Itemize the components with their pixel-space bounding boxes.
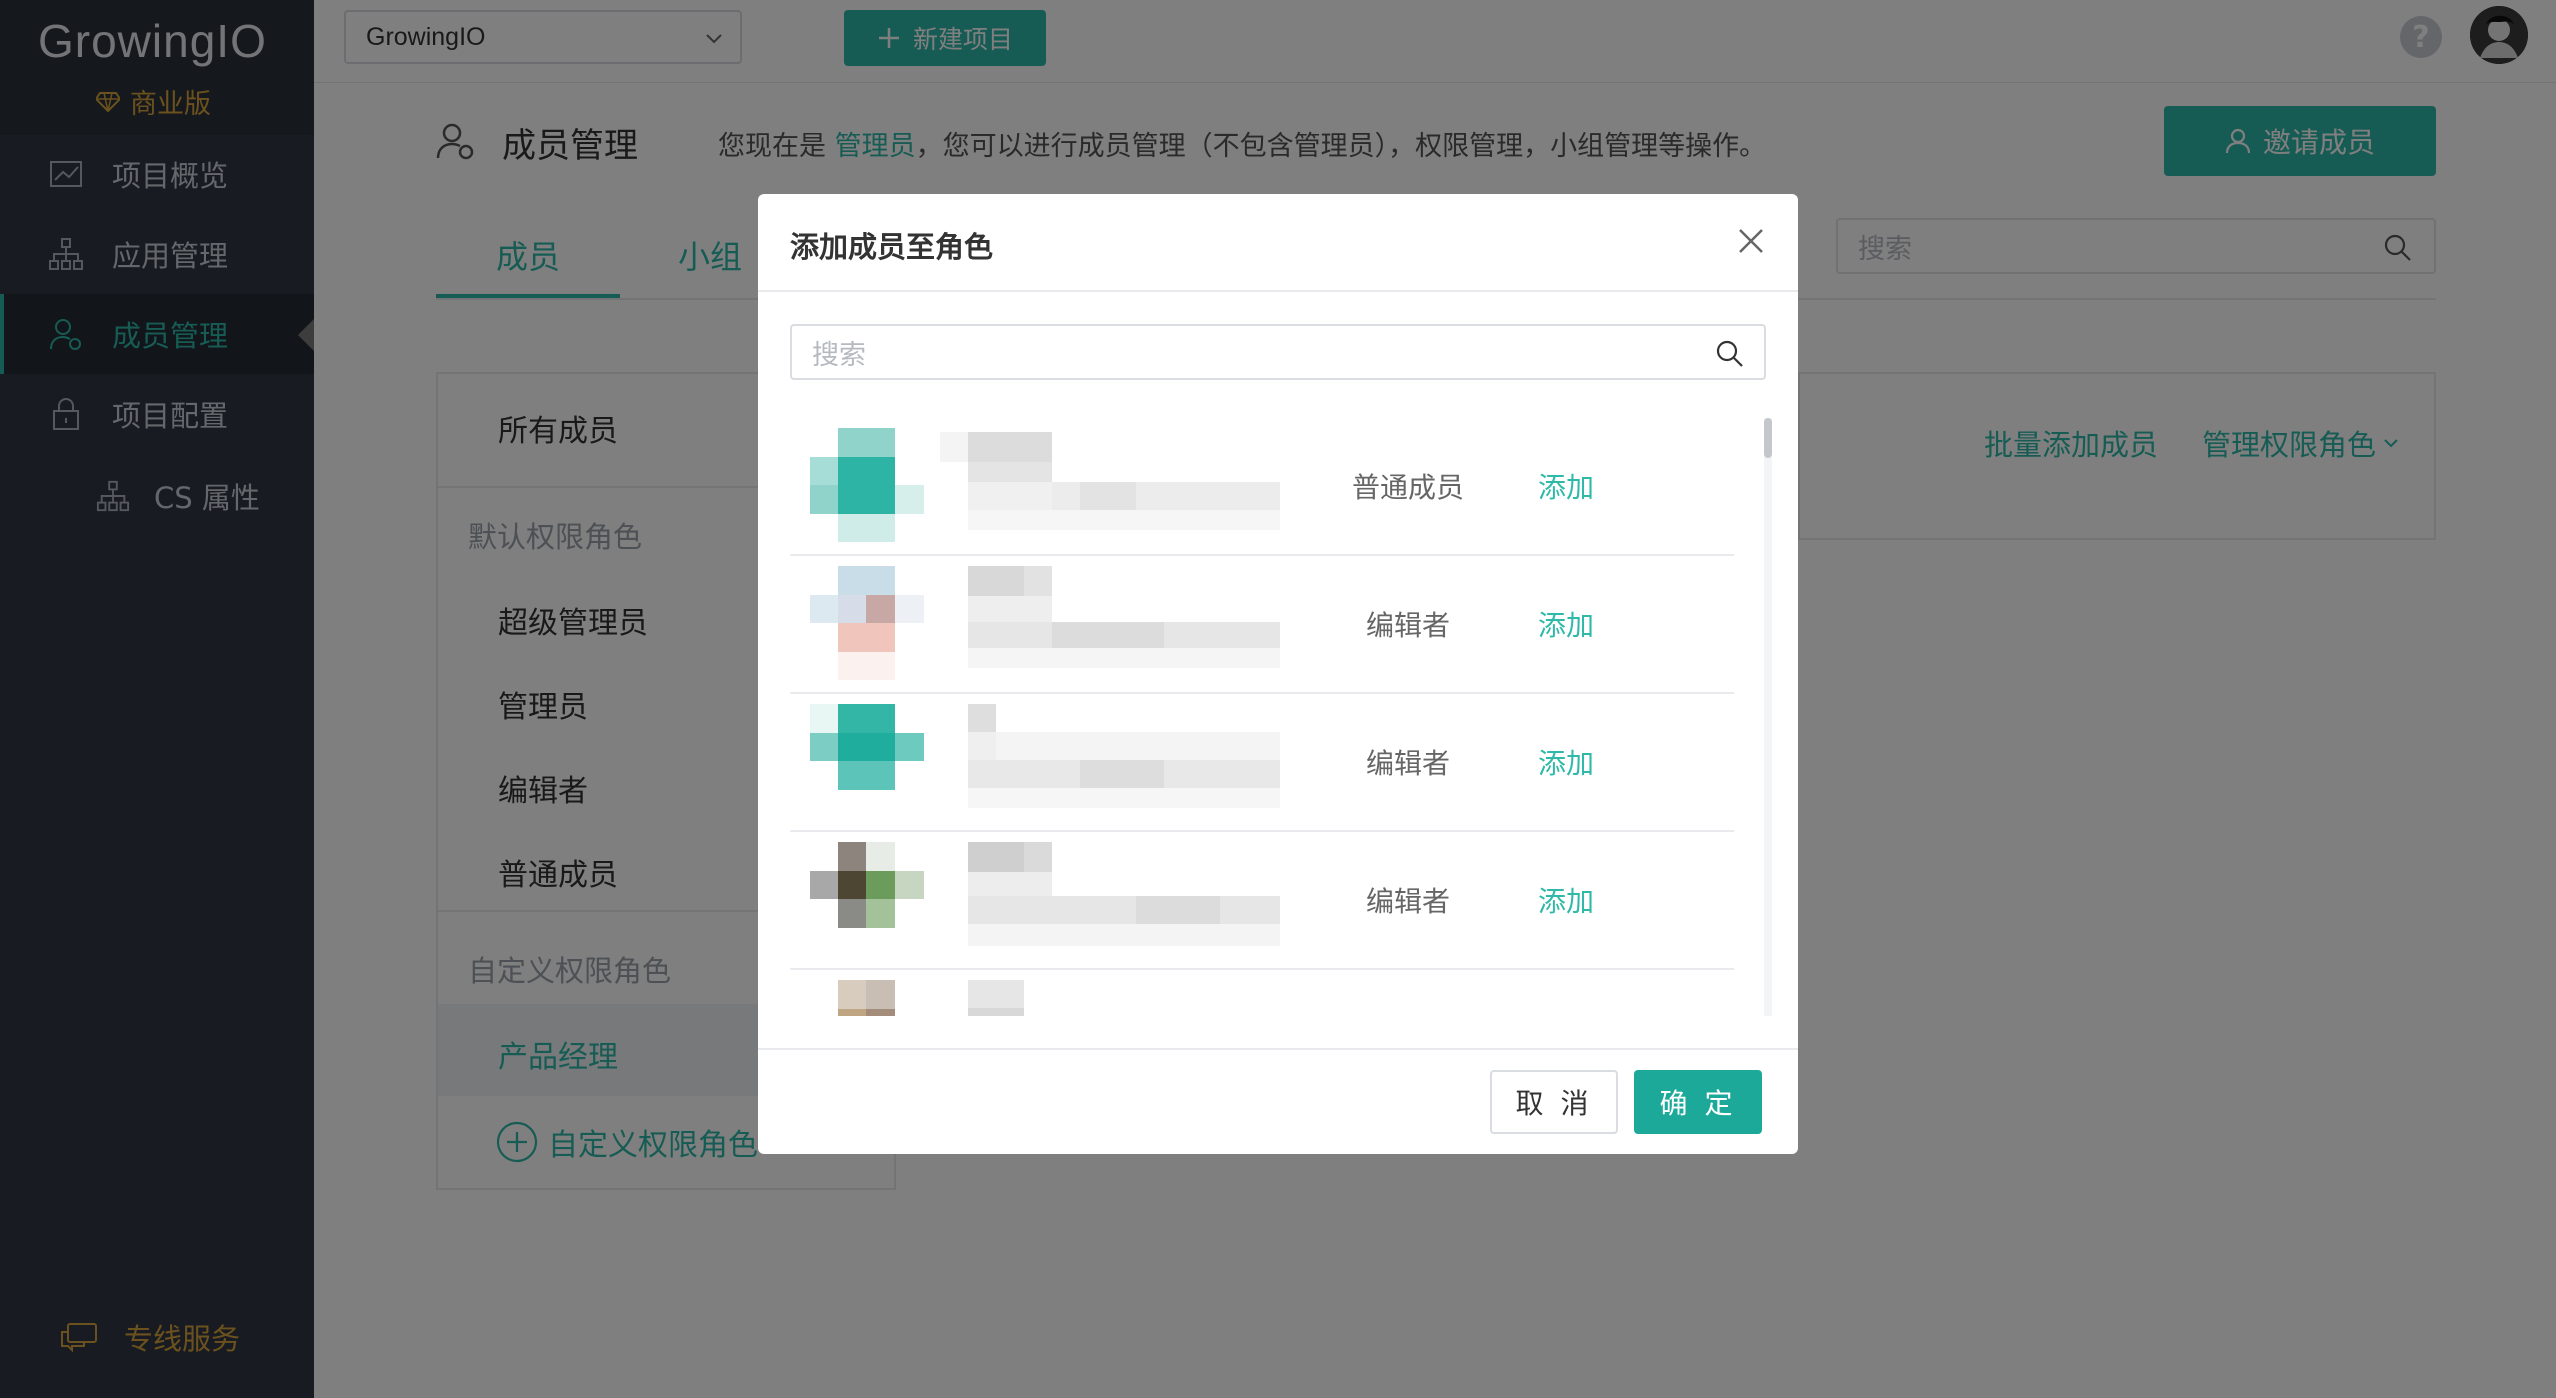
divider xyxy=(758,290,1798,292)
add-member-link[interactable]: 添加 xyxy=(1538,742,1594,782)
add-member-link[interactable]: 添加 xyxy=(1538,604,1594,644)
avatar xyxy=(810,428,924,542)
add-member-modal: 添加成员至角色 搜索 普通成员 添加 编辑者 添加 编辑者 添加 编辑者 添加 … xyxy=(758,194,1798,1154)
avatar xyxy=(810,842,924,928)
close-icon[interactable] xyxy=(1734,224,1768,258)
list-item xyxy=(790,970,1734,1016)
member-role: 编辑者 xyxy=(1365,609,1450,642)
member-role: 普通成员 xyxy=(1351,471,1464,504)
avatar xyxy=(810,704,924,790)
name-blurred xyxy=(968,704,1280,808)
name-blurred xyxy=(968,980,1024,1016)
modal-title: 添加成员至角色 xyxy=(790,230,994,264)
name-blurred xyxy=(968,566,1280,668)
divider xyxy=(758,1048,1798,1050)
list-item: 编辑者 添加 xyxy=(790,832,1734,970)
add-member-link[interactable]: 添加 xyxy=(1538,466,1594,506)
avatar xyxy=(810,566,924,680)
search-icon[interactable] xyxy=(1714,338,1744,368)
list-item: 编辑者 添加 xyxy=(790,556,1734,694)
cancel-button[interactable]: 取 消 xyxy=(1490,1070,1618,1134)
confirm-button[interactable]: 确 定 xyxy=(1634,1070,1762,1134)
member-list[interactable]: 普通成员 添加 编辑者 添加 编辑者 添加 编辑者 添加 xyxy=(790,418,1770,1016)
name-blurred xyxy=(940,432,1280,530)
scrollbar-track[interactable] xyxy=(1764,418,1772,1016)
avatar xyxy=(838,980,895,1016)
list-item: 编辑者 添加 xyxy=(790,694,1734,832)
scrollbar-thumb[interactable] xyxy=(1764,418,1772,458)
list-item: 普通成员 添加 xyxy=(790,418,1734,556)
search-placeholder: 搜索 xyxy=(812,339,866,371)
member-role: 编辑者 xyxy=(1365,885,1450,918)
name-blurred xyxy=(968,842,1280,946)
add-member-link[interactable]: 添加 xyxy=(1538,880,1594,920)
modal-search-input[interactable]: 搜索 xyxy=(790,324,1766,380)
member-role: 编辑者 xyxy=(1365,747,1450,780)
